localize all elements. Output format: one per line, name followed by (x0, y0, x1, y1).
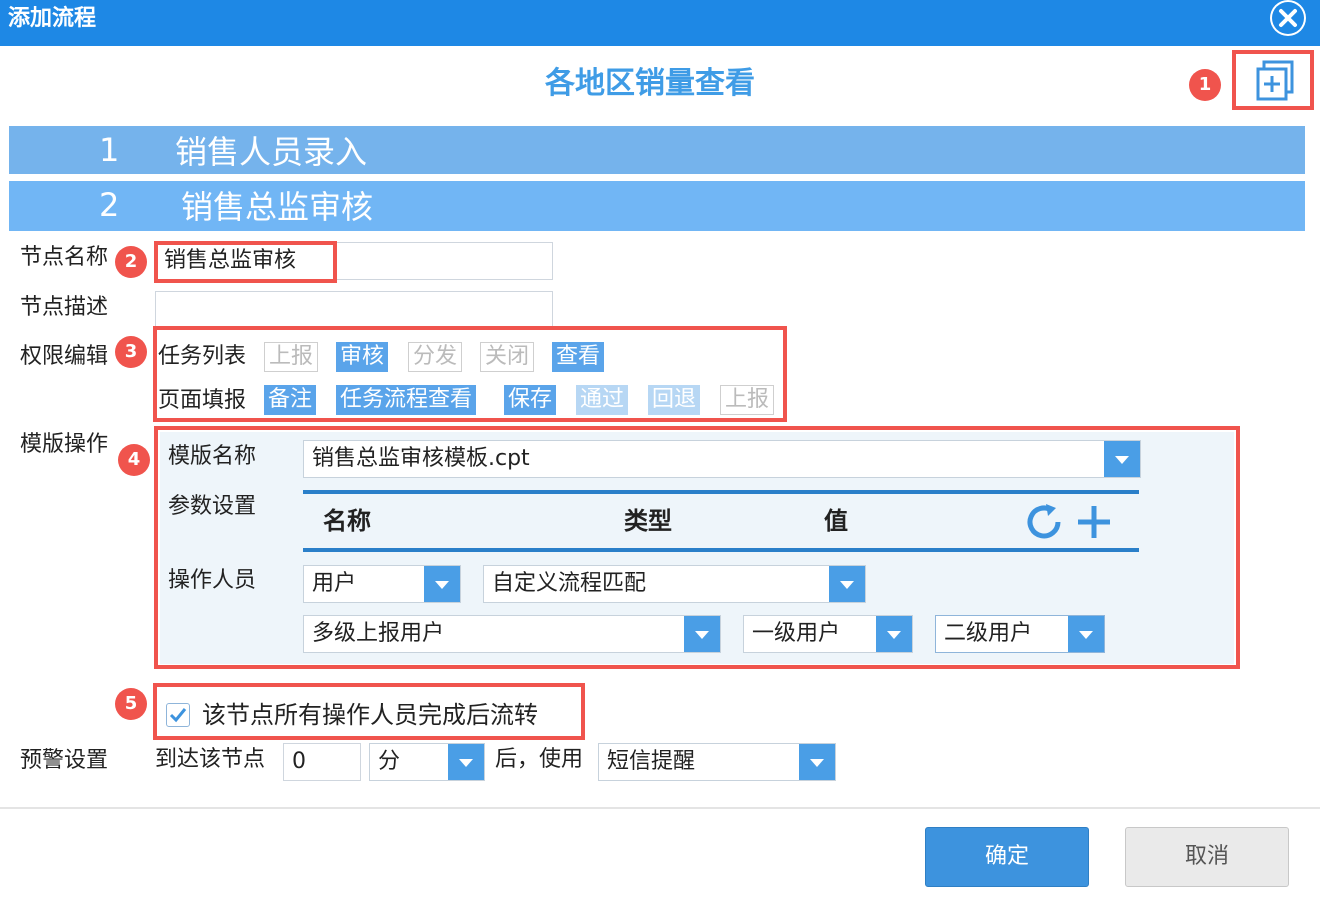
page-tag-flow-view[interactable]: 任务流程查看 (336, 385, 477, 415)
warning-unit-select[interactable]: 分 (369, 743, 485, 781)
level2-select[interactable]: 二级用户 (935, 615, 1105, 653)
chevron-down-icon[interactable] (799, 744, 835, 780)
annotation-badge-2: 2 (115, 246, 147, 278)
step-row-1[interactable]: 1 销售人员录入 (9, 126, 1305, 174)
node-desc-input[interactable] (155, 291, 553, 329)
step-name: 销售人员录入 (175, 133, 368, 171)
check-icon (169, 708, 187, 723)
template-name-select[interactable]: 销售总监审核模板.cpt (303, 440, 1141, 478)
operator-label: 操作人员 (168, 568, 257, 593)
step-number: 2 (99, 186, 120, 224)
operator-type-select[interactable]: 用户 (303, 565, 461, 603)
chevron-down-icon[interactable] (684, 616, 720, 652)
param-header-top-line (303, 490, 1139, 494)
node-desc-label: 节点描述 (20, 295, 109, 320)
operator-type-value: 用户 (312, 571, 357, 596)
page-tag-reject[interactable]: 回退 (648, 385, 701, 415)
warning-amount-input[interactable]: 0 (283, 743, 361, 781)
annotation-badge-5: 5 (115, 688, 147, 720)
copy-add-icon[interactable] (1256, 60, 1296, 106)
template-op-label: 模版操作 (20, 432, 109, 457)
node-name-label: 节点名称 (20, 245, 109, 270)
param-col-value: 值 (824, 507, 848, 535)
level-report-value: 多级上报用户 (312, 621, 445, 646)
level1-value: 一级用户 (752, 621, 841, 646)
annotation-badge-3: 3 (115, 336, 147, 368)
template-name-label: 模版名称 (168, 444, 257, 469)
task-tag-close[interactable]: 关闭 (480, 342, 535, 372)
ok-button[interactable]: 确定 (925, 827, 1089, 887)
chevron-down-icon[interactable] (424, 566, 460, 602)
dialog-titlebar: 添加流程 (0, 0, 1320, 46)
perm-edit-label: 权限编辑 (20, 344, 109, 369)
annotation-badge-1: 1 (1189, 69, 1221, 101)
footer-divider (0, 807, 1320, 809)
close-icon[interactable] (1270, 0, 1306, 36)
dialog-title: 添加流程 (8, 6, 97, 31)
cancel-button[interactable]: 取消 (1125, 827, 1289, 887)
chevron-down-icon[interactable] (876, 616, 912, 652)
highlight-box-1 (1232, 50, 1314, 110)
template-name-value: 销售总监审核模板.cpt (312, 446, 530, 471)
task-tag-review[interactable]: 审核 (336, 342, 389, 372)
complete-checkbox[interactable] (166, 703, 190, 727)
param-col-type: 类型 (624, 507, 672, 535)
level-report-select[interactable]: 多级上报用户 (303, 615, 721, 653)
task-tag-view[interactable]: 查看 (552, 342, 605, 372)
page-tag-save[interactable]: 保存 (504, 385, 557, 415)
level2-value: 二级用户 (944, 621, 1033, 646)
chevron-down-icon[interactable] (1068, 616, 1104, 652)
step-row-2[interactable]: 2 销售总监审核 (9, 181, 1305, 231)
chevron-down-icon[interactable] (1104, 441, 1140, 477)
task-tag-distribute[interactable]: 分发 (408, 342, 463, 372)
page-tag-report[interactable]: 上报 (720, 385, 775, 415)
warning-prefix: 到达该节点 (155, 747, 266, 772)
page-tag-note[interactable]: 备注 (264, 385, 317, 415)
complete-label: 该节点所有操作人员完成后流转 (202, 701, 538, 729)
warning-unit-value: 分 (378, 749, 401, 774)
param-header-bottom-line (303, 548, 1139, 552)
warning-label: 预警设置 (20, 748, 109, 773)
page-tag-approve[interactable]: 通过 (576, 385, 629, 415)
level1-select[interactable]: 一级用户 (743, 615, 913, 653)
refresh-icon[interactable] (1024, 502, 1068, 546)
chevron-down-icon[interactable] (448, 744, 484, 780)
chevron-down-icon[interactable] (829, 566, 865, 602)
page-fill-label: 页面填报 (158, 388, 247, 413)
warning-method-value: 短信提醒 (607, 749, 696, 774)
warning-suffix: 后，使用 (495, 747, 584, 772)
warning-method-select[interactable]: 短信提醒 (598, 743, 836, 781)
highlight-box-2 (154, 241, 337, 283)
add-icon[interactable] (1074, 502, 1114, 546)
match-mode-select[interactable]: 自定义流程匹配 (483, 565, 866, 603)
task-list-label: 任务列表 (158, 344, 247, 369)
param-col-name: 名称 (323, 507, 371, 535)
flow-title: 各地区销量查看 (545, 66, 755, 101)
step-number: 1 (99, 131, 120, 169)
match-mode-value: 自定义流程匹配 (492, 571, 647, 596)
task-tag-report[interactable]: 上报 (264, 342, 319, 372)
step-name: 销售总监审核 (181, 188, 374, 226)
annotation-badge-4: 4 (118, 444, 150, 476)
param-setting-label: 参数设置 (168, 494, 257, 519)
